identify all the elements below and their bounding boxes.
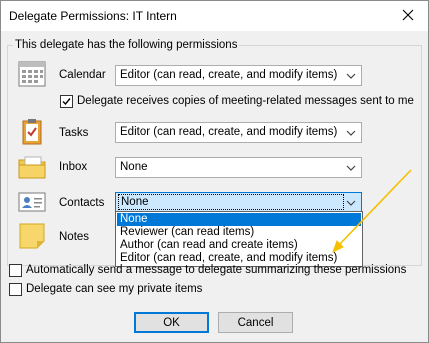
meeting-copies-checkbox[interactable] [60, 95, 73, 108]
close-icon [402, 9, 414, 21]
notes-label: Notes [59, 231, 90, 243]
inbox-permission-select[interactable]: None [115, 157, 362, 178]
tasks-permission-value: Editor (can read, create, and modify ite… [120, 126, 338, 138]
contacts-permission-value: None [118, 194, 344, 210]
inbox-folder-icon [17, 152, 47, 182]
delegate-permissions-dialog: Delegate Permissions: IT Intern This del… [0, 0, 429, 343]
tasks-permission-select[interactable]: Editor (can read, create, and modify ite… [115, 122, 362, 143]
contacts-permission-dropdown[interactable]: None Reviewer (can read items) Author (c… [115, 211, 363, 267]
dropdown-option-none[interactable]: None [117, 213, 361, 226]
title-bar: Delegate Permissions: IT Intern [1, 1, 428, 31]
chevron-down-icon [346, 200, 356, 206]
close-button[interactable] [388, 1, 428, 29]
chevron-down-icon [346, 165, 356, 171]
inbox-permission-value: None [120, 161, 148, 173]
tasks-label: Tasks [59, 127, 89, 139]
dialog-title: Delegate Permissions: IT Intern [9, 9, 177, 23]
calendar-icon [17, 59, 47, 89]
sticky-note-icon [17, 221, 47, 251]
calendar-label: Calendar [59, 69, 106, 81]
checkmark-icon [62, 98, 71, 106]
dropdown-option-reviewer[interactable]: Reviewer (can read items) [117, 226, 361, 239]
meeting-copies-label: Delegate receives copies of meeting-rela… [77, 95, 414, 107]
private-items-label: Delegate can see my private items [26, 283, 203, 295]
contacts-label: Contacts [59, 197, 105, 209]
contacts-permission-select[interactable]: None [115, 192, 362, 213]
tasks-clipboard-icon [17, 117, 47, 147]
calendar-permission-value: Editor (can read, create, and modify ite… [120, 69, 338, 81]
auto-send-summary-label: Automatically send a message to delegate… [26, 264, 407, 276]
chevron-down-icon [346, 73, 356, 79]
inbox-label: Inbox [59, 161, 88, 173]
dropdown-option-author[interactable]: Author (can read and create items) [117, 239, 361, 252]
auto-send-summary-checkbox[interactable] [9, 264, 22, 277]
cancel-button[interactable]: Cancel [218, 312, 293, 333]
ok-button[interactable]: OK [134, 312, 209, 333]
permissions-group-title: This delegate has the following permissi… [13, 39, 240, 51]
contact-card-icon [17, 187, 47, 217]
private-items-checkbox[interactable] [9, 283, 22, 296]
calendar-permission-select[interactable]: Editor (can read, create, and modify ite… [115, 65, 362, 86]
chevron-down-icon [346, 130, 356, 136]
